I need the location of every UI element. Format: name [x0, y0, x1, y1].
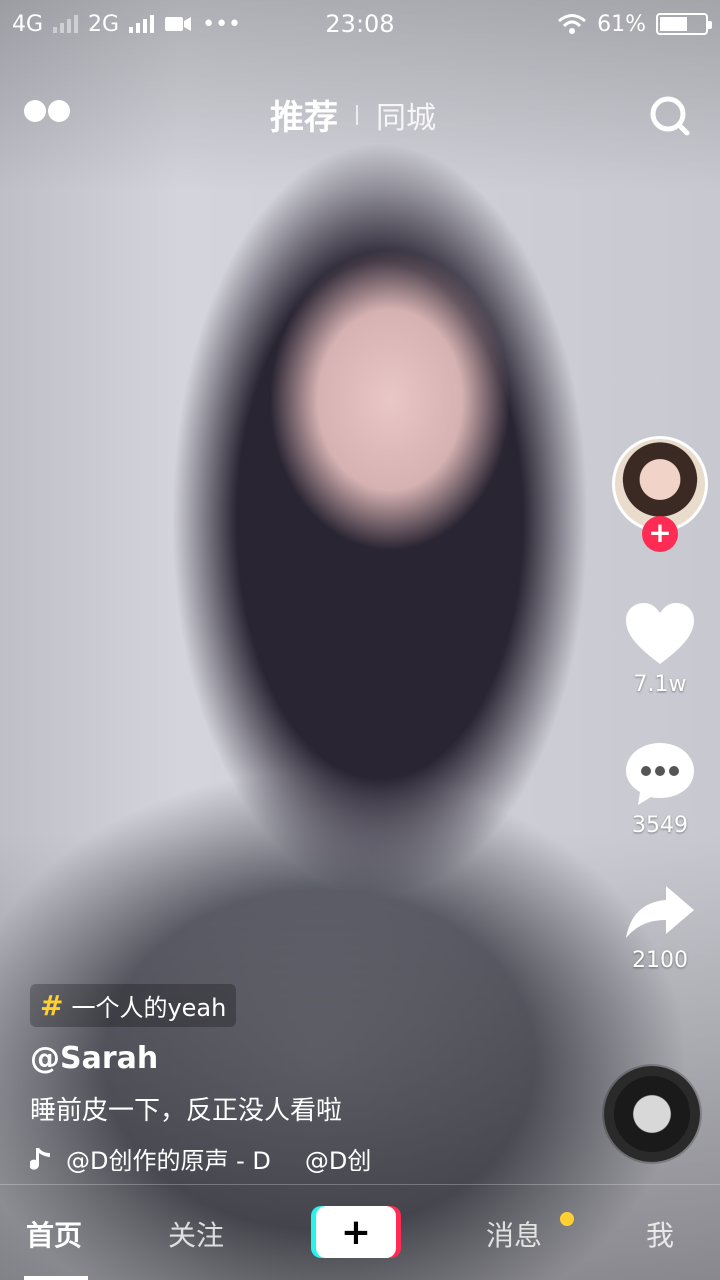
live-dots-icon[interactable] [24, 100, 70, 122]
music-note-icon [30, 1147, 50, 1170]
active-tab-indicator [24, 1276, 88, 1280]
creator-username[interactable]: @Sarah [30, 1041, 590, 1076]
like-action[interactable]: 7.1w [610, 602, 710, 697]
video-info: # 一个人的yeah @Sarah 睡前皮一下，反正没人看啦 @D创作的原声 -… [30, 984, 590, 1176]
comment-count: 3549 [632, 813, 688, 838]
heart-icon[interactable] [624, 602, 696, 666]
music-title-a: @D创作的原声 - D [66, 1147, 271, 1175]
disc-icon[interactable] [604, 1066, 700, 1162]
status-left: 4G 2G ••• [12, 12, 241, 37]
tab-separator [356, 104, 358, 125]
more-dots: ••• [202, 11, 242, 37]
comment-action[interactable]: 3549 [610, 741, 710, 838]
share-icon[interactable] [624, 882, 696, 942]
network-2g-label: 2G [88, 11, 120, 37]
tab-following[interactable]: 关注 [168, 1214, 224, 1254]
music-title: @D创作的原声 - D @D创 [66, 1141, 371, 1176]
music-title-b: @D创 [304, 1147, 372, 1175]
create-video-button[interactable]: + [316, 1206, 396, 1258]
follow-button[interactable]: + [642, 516, 678, 552]
tab-home[interactable]: 首页 [26, 1214, 82, 1254]
battery-percent: 61% [597, 11, 646, 37]
right-rail: + 7.1w 3549 2100 [610, 436, 710, 973]
battery-fill [660, 17, 687, 31]
signal-bars-icon [129, 15, 155, 33]
tab-me[interactable]: 我 [646, 1214, 674, 1254]
tab-recommended[interactable]: 推荐 [270, 90, 338, 139]
status-time: 23:08 [325, 10, 395, 38]
status-bar: 4G 2G ••• 23:08 61% [0, 0, 720, 48]
share-action[interactable]: 2100 [610, 882, 710, 973]
top-tabs: 推荐 同城 [270, 90, 436, 139]
music-row[interactable]: @D创作的原声 - D @D创 [30, 1141, 590, 1176]
bottom-divider [0, 1184, 720, 1185]
comment-icon[interactable] [624, 741, 696, 807]
hashtag-chip[interactable]: # 一个人的yeah [30, 984, 237, 1027]
signal-bars-icon [53, 15, 79, 33]
like-count: 7.1w [633, 672, 687, 697]
creator-avatar-wrap: + [612, 436, 708, 552]
network-4g-label: 4G [12, 11, 44, 37]
battery-icon [656, 13, 712, 35]
bottom-tab-bar: 首页 关注 + 消息 我 [0, 1184, 720, 1280]
tab-local[interactable]: 同城 [376, 93, 436, 137]
hashtag-icon: # [40, 989, 64, 1022]
hashtag-label: 一个人的yeah [71, 994, 227, 1022]
search-icon[interactable] [648, 94, 692, 138]
tab-messages[interactable]: 消息 [486, 1214, 542, 1254]
video-camera-icon [165, 17, 192, 31]
top-nav: 推荐 同城 [0, 80, 720, 150]
share-count: 2100 [632, 948, 688, 973]
notification-dot [560, 1212, 574, 1226]
status-right: 61% [557, 11, 712, 37]
plus-icon: + [340, 1211, 372, 1253]
wifi-icon [558, 14, 587, 34]
video-caption: 睡前皮一下，反正没人看啦 [30, 1096, 343, 1126]
